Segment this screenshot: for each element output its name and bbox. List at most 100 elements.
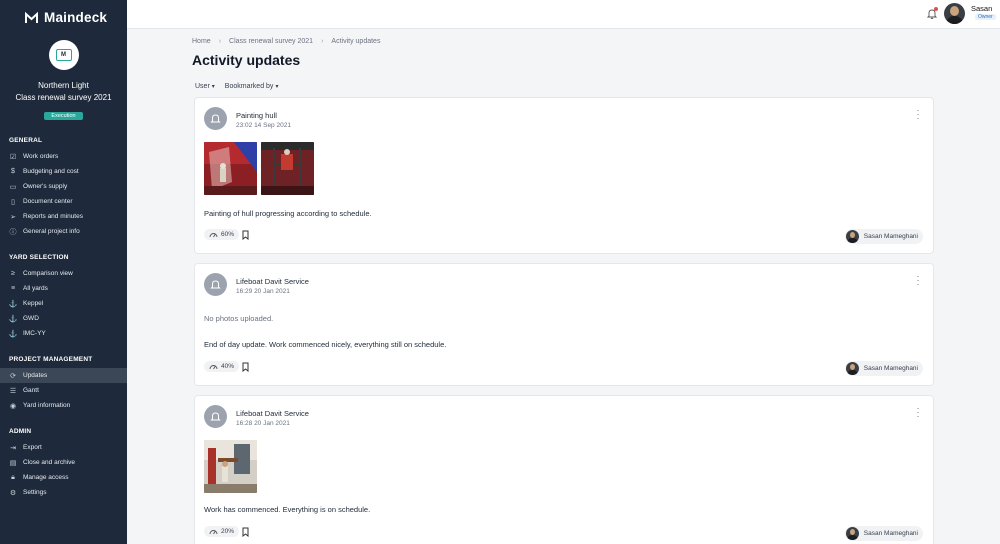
update-card: Painting hull 23:02 14 Sep 2021 · · · Pain… xyxy=(194,97,934,254)
send-icon: ➢ xyxy=(10,213,16,221)
chevron-right-icon: › xyxy=(218,38,222,45)
more-options-icon[interactable]: · · · xyxy=(916,272,920,289)
update-header: Lifeboat Davit Service 16:28 20 Jan 2021 xyxy=(204,405,309,428)
sidebar-item-document-center[interactable]: ▯ Document center xyxy=(0,194,127,209)
update-header: Painting hull 23:02 14 Sep 2021 xyxy=(204,107,291,130)
user-name[interactable]: Sasan xyxy=(971,4,992,13)
breadcrumb-home[interactable]: Home xyxy=(192,38,211,45)
author-chip[interactable]: Sasan Mameghani xyxy=(844,361,923,376)
author-chip[interactable]: Sasan Mameghani xyxy=(844,229,923,244)
author-name: Sasan Mameghani xyxy=(863,233,918,240)
update-title: Lifeboat Davit Service xyxy=(236,277,309,286)
nav-heading: YARD SELECTION xyxy=(9,254,69,261)
sidebar-item-reports[interactable]: ➢ Reports and minutes xyxy=(0,209,127,224)
brand-name: Maindeck xyxy=(44,10,108,25)
avatar xyxy=(845,230,859,243)
project-avatar-letter: M xyxy=(61,52,66,58)
sidebar-item-budgeting[interactable]: $ Budgeting and cost xyxy=(0,164,127,179)
sidebar-item-label: Owner's supply xyxy=(23,183,68,190)
sidebar-item-manage-access[interactable]: 🔒︎ Manage access xyxy=(0,470,127,485)
truck-icon: ▭ xyxy=(9,183,17,191)
folder-icon: ▯ xyxy=(11,198,15,206)
more-options-icon[interactable]: · · · xyxy=(916,106,920,123)
update-text: End of day update. Work commenced nicely… xyxy=(204,340,447,349)
filter-user-dropdown[interactable]: User ▾ xyxy=(195,83,215,90)
user-avatar[interactable] xyxy=(944,3,965,24)
sidebar-item-label: Manage access xyxy=(23,474,69,481)
update-time: 16:29 20 Jan 2021 xyxy=(236,288,290,295)
update-card: Lifeboat Davit Service 16:29 20 Jan 2021… xyxy=(194,263,934,386)
nav-section-admin: ADMIN ⇥ Export ▤ Close and archive 🔒︎ Manag… xyxy=(0,428,127,500)
sidebar-item-label: All yards xyxy=(23,285,48,292)
sidebar-item-gantt[interactable]: ☰ Gantt xyxy=(0,383,127,398)
top-bar: Sasan Owner xyxy=(127,0,1000,29)
anchor-icon: ⚓ xyxy=(8,300,18,308)
project-flag-icon: M xyxy=(55,49,72,61)
lifeboat-davit-photo[interactable] xyxy=(204,440,257,493)
photo-gallery xyxy=(204,440,257,493)
hull-painting-photo[interactable] xyxy=(204,142,257,195)
filter-bookmarked-dropdown[interactable]: Bookmarked by ▾ xyxy=(225,83,279,90)
sidebar-item-export[interactable]: ⇥ Export xyxy=(0,440,127,455)
sidebar-item-work-orders[interactable]: ☑ Work orders xyxy=(0,149,127,164)
dollar-icon: $ xyxy=(11,168,15,175)
export-icon: ⇥ xyxy=(10,444,16,452)
nav-heading: PROJECT MANAGEMENT xyxy=(9,356,93,363)
project-avatar: M xyxy=(48,40,79,70)
update-text: Painting of hull progressing according t… xyxy=(204,209,372,218)
project-status-badge: Execution xyxy=(44,112,83,120)
sidebar-item-gwd[interactable]: ⚓ GWD xyxy=(0,311,127,326)
breadcrumb-project[interactable]: Class renewal survey 2021 xyxy=(229,38,313,45)
sidebar-item-label: General project info xyxy=(23,228,80,235)
anchor-icon: ⚓ xyxy=(8,315,18,323)
hull-painting-photo[interactable] xyxy=(261,142,314,195)
lock-icon: 🔒︎ xyxy=(11,473,15,481)
sidebar-item-owners-supply[interactable]: ▭ Owner's supply xyxy=(0,179,127,194)
sidebar-item-close-archive[interactable]: ▤ Close and archive xyxy=(0,455,127,470)
settings-icon: ⚙ xyxy=(9,489,17,497)
brand[interactable]: Maindeck xyxy=(0,0,127,28)
nav-section-general: GENERAL ☑ Work orders $ Budgeting and cost… xyxy=(0,137,127,239)
sidebar-item-updates[interactable]: ⟳ Updates xyxy=(0,368,127,383)
sidebar-item-general-info[interactable]: ⓘ General project info xyxy=(0,224,127,239)
bell-icon xyxy=(210,280,221,289)
sidebar-item-comparison-view[interactable]: ≥ Comparison view xyxy=(0,266,127,281)
anchor-icon: ⚓ xyxy=(8,330,18,338)
bookmark-icon[interactable] xyxy=(242,527,249,537)
archive-icon: ▤ xyxy=(9,459,17,467)
sidebar-item-all-yards[interactable]: ≡ All yards xyxy=(0,281,127,296)
breadcrumb-current: Activity updates xyxy=(331,38,381,45)
sidebar-item-settings[interactable]: ⚙ Settings xyxy=(0,485,127,500)
nav-heading: GENERAL xyxy=(9,137,43,144)
list-icon: ≡ xyxy=(10,285,16,292)
sidebar-item-label: Updates xyxy=(23,372,48,379)
notification-dot xyxy=(934,7,938,11)
update-time: 23:02 14 Sep 2021 xyxy=(236,122,291,129)
filter-label: Bookmarked by xyxy=(224,83,274,90)
sidebar-item-label: Export xyxy=(23,444,42,451)
progress-badge: 20% xyxy=(204,526,240,537)
filter-bar: User ▾ Bookmarked by ▾ xyxy=(195,83,278,90)
chevron-down-icon: ▾ xyxy=(211,84,215,90)
user-role-badge: Owner xyxy=(975,14,996,20)
project-name: Class renewal survey 2021 xyxy=(15,93,112,102)
nav-heading: ADMIN xyxy=(9,428,32,435)
bell-icon xyxy=(210,412,221,421)
sidebar-item-keppel[interactable]: ⚓ Keppel xyxy=(0,296,127,311)
refresh-icon: ⟳ xyxy=(10,372,16,380)
update-type-avatar xyxy=(204,405,227,428)
sidebar-item-label: Document center xyxy=(23,198,73,205)
progress-value: 60% xyxy=(221,231,235,238)
sidebar-item-yard-information[interactable]: ◉ Yard information xyxy=(0,398,127,413)
gauge-icon xyxy=(209,233,218,238)
sidebar-item-imc-yy[interactable]: ⚓ IMC-YY xyxy=(0,326,127,341)
progress-badge: 40% xyxy=(204,361,240,372)
bookmark-icon[interactable] xyxy=(242,362,249,372)
bookmark-icon[interactable] xyxy=(242,230,249,240)
more-options-icon[interactable]: · · · xyxy=(916,404,920,421)
project-ship-name: Northern Light xyxy=(38,81,89,90)
checkbox-icon: ☑ xyxy=(9,153,17,161)
author-chip[interactable]: Sasan Mameghani xyxy=(844,526,923,541)
sidebar-item-label: Work orders xyxy=(23,153,59,160)
filter-label: User xyxy=(195,83,210,90)
